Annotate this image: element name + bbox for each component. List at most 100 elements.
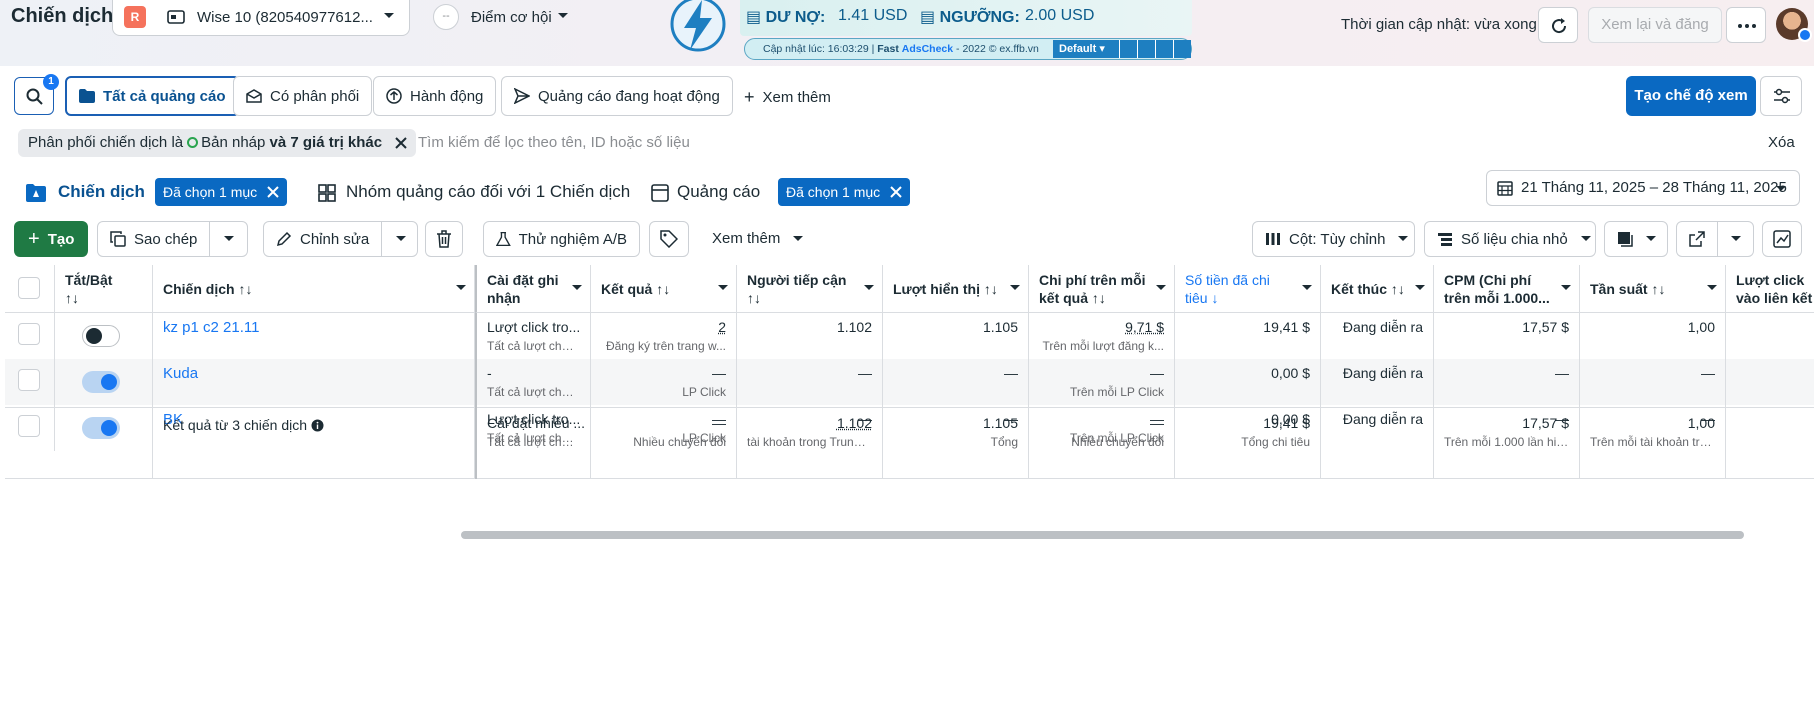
plus-icon: + [744, 87, 755, 108]
col-link-clicks-header[interactable]: Lượt click vào liên kết ↑↓ [1726, 265, 1814, 313]
tab-actions[interactable]: Hành động [373, 76, 496, 116]
toolbar-more-button[interactable]: Xem thêm [712, 230, 804, 247]
cell-ends: Đang diễn ra [1321, 359, 1434, 405]
more-options-button[interactable] [1726, 7, 1766, 43]
summary-cpm: 17,57 $ Trên mỗi 1.000 lần hiể... [1434, 407, 1580, 479]
refresh-button[interactable] [1538, 7, 1578, 43]
col-ends-header[interactable]: Kết thúc ↑↓ [1321, 265, 1434, 313]
cell-impressions: — [883, 359, 1029, 405]
filter-search-input[interactable]: Tìm kiếm để lọc theo tên, ID hoặc số liệ… [418, 134, 690, 151]
cell-cost-per-result: 9,71 $ Trên mỗi lượt đăng k... [1029, 313, 1175, 359]
top-header: Chiến dịch R Wise 10 (820540977612... --… [0, 0, 1814, 66]
cell-frequency: — [1580, 359, 1726, 405]
tag-button[interactable] [649, 221, 689, 257]
col-attribution-header[interactable]: Cài đặt ghi nhận [475, 265, 591, 313]
refresh-icon[interactable] [1155, 40, 1173, 58]
tab-adsets-label: Nhóm quảng cáo đối với 1 Chiến dịch [346, 182, 630, 202]
row-checkbox[interactable] [18, 323, 40, 345]
date-range-text: 21 Tháng 11, 2025 – 28 Tháng 11, 2025 [1521, 171, 1787, 205]
row-checkbox[interactable] [18, 369, 40, 391]
clear-filters-button[interactable]: Xóa [1768, 134, 1795, 151]
tag-icon [660, 230, 678, 248]
chevron-down-icon [1730, 235, 1742, 243]
tab-ads[interactable]: Quảng cáo Đã chọn 1 mục [639, 171, 921, 213]
opportunity-label: Điểm cơ hội [471, 9, 552, 26]
columns-button[interactable]: Cột: Tùy chỉnh [1252, 221, 1415, 257]
tab-adsets[interactable]: Nhóm quảng cáo đối với 1 Chiến dịch [306, 171, 630, 213]
cell-amount-spent: 0,00 $ [1175, 359, 1321, 405]
campaign-name-link[interactable]: kz p1 c2 21.11 [163, 319, 259, 336]
create-view-button[interactable]: Tạo chế độ xem [1626, 76, 1756, 116]
update-time: Thời gian cập nhật: vừa xong [1341, 16, 1537, 33]
campaign-name-link[interactable]: Kuda [163, 365, 198, 382]
campaign-toggle[interactable] [82, 371, 120, 393]
breakdown-button[interactable]: Số liệu chia nhỏ [1424, 221, 1596, 257]
chevron-down-icon [557, 12, 569, 20]
info-icon [311, 419, 324, 432]
cell-frequency: 1,00 [1580, 313, 1726, 359]
extension-profile-select[interactable]: Default ▾ [1053, 40, 1119, 58]
col-reach-header[interactable]: Người tiếp cận ↑↓ [737, 265, 883, 313]
col-impressions-header[interactable]: Lượt hiển thị ↑↓ [883, 265, 1029, 313]
page-title: Chiến dịch [11, 5, 113, 28]
create-button[interactable]: + Tạo [14, 221, 88, 257]
filter-chip[interactable]: Phân phối chiến dịch là Bản nháp và 7 giá… [18, 129, 416, 157]
campaign-toggle[interactable] [82, 325, 120, 347]
col-amount-spent-header[interactable]: Số tiền đã chi tiêu ↓ [1175, 265, 1321, 313]
chevron-down-icon [383, 12, 395, 20]
send-icon [514, 88, 530, 104]
extension-status-bar: Cập nhật lúc: 16:03:29 | Fast AdsCheck -… [744, 38, 1192, 60]
campaign-folder-icon [26, 184, 46, 202]
col-toggle-header[interactable]: Tắt/Bật ↑↓ [55, 265, 153, 313]
close-icon[interactable] [394, 136, 408, 150]
more-tabs-link[interactable]: + Xem thêm [744, 87, 831, 108]
col-cost-per-result-header[interactable]: Chi phí trên mỗi kết quả ↑↓ [1029, 265, 1175, 313]
delete-button[interactable] [425, 221, 463, 257]
campaigns-selection-pill[interactable]: Đã chọn 1 mục [155, 178, 287, 206]
cell-attribution: Lượt click tro...Tất cả lượt chuyể... [475, 313, 591, 359]
cell-attribution: -Tất cả lượt chuyể... [475, 359, 591, 405]
review-publish-button[interactable]: Xem lại và đăng [1588, 7, 1722, 43]
chevron-down-icon [1397, 235, 1409, 243]
tab-all-ads[interactable]: Tất cả quảng cáo [65, 76, 240, 116]
charts-button[interactable] [1762, 221, 1802, 257]
ads-selection-pill[interactable]: Đã chọn 1 mục [778, 178, 910, 206]
reports-button[interactable] [1604, 221, 1668, 257]
draft-status-icon [187, 137, 198, 148]
edit-button[interactable]: Chỉnh sửa [263, 221, 418, 257]
ad-account-selector[interactable]: R Wise 10 (820540977612... [112, 0, 410, 36]
sliders-icon [1773, 88, 1791, 104]
duplicate-button[interactable]: Sao chép [97, 221, 248, 257]
export-button[interactable] [1676, 221, 1754, 257]
minimize-icon[interactable] [1173, 40, 1191, 58]
columns-icon [1265, 232, 1281, 246]
adscheck-extension-panel: ▤ DƯ NỢ: 1.41 USD ▤ NGƯỠNG: 2.00 USD Cập… [740, 0, 1192, 61]
cell-results: 2 Đăng ký trên trang w... [591, 313, 737, 359]
account-name: Wise 10 (820540977612... [197, 9, 373, 26]
table-toolbar: + Tạo Sao chép Chỉnh sửa Thử nghiệm A/B … [0, 213, 1814, 265]
view-settings-button[interactable] [1760, 76, 1802, 116]
calendar-icon [1497, 180, 1513, 196]
col-results-header[interactable]: Kết quả ↑↓ [591, 265, 737, 313]
copy-icon [110, 231, 126, 247]
tab-delivering[interactable]: Có phân phối [233, 76, 372, 116]
facebook-badge-icon [1798, 28, 1812, 42]
summary-reach: 1.102 tài khoản trong Trung ... [737, 407, 883, 479]
tab-campaigns[interactable]: Chiến dịch Đã chọn 1 mục [14, 171, 297, 213]
ab-test-button[interactable]: Thử nghiệm A/B [483, 221, 640, 257]
col-cpm-header[interactable]: CPM (Chi phí trên mỗi 1.000... [1434, 265, 1580, 313]
tab-active-ads[interactable]: Quảng cáo đang hoạt động [501, 76, 733, 116]
select-all-checkbox[interactable] [18, 277, 40, 299]
debt-label: ▤ DƯ NỢ: [746, 7, 825, 27]
arrow-up-circle-icon [386, 88, 402, 104]
extension-updated-text: Cập nhật lúc: 16:03:29 | Fast AdsCheck -… [763, 43, 1039, 55]
col-frequency-header[interactable]: Tần suất ↑↓ [1580, 265, 1726, 313]
edit-icon[interactable] [1137, 40, 1155, 58]
horizontal-scrollbar[interactable] [461, 531, 1744, 539]
date-range-picker[interactable]: 21 Tháng 11, 2025 – 28 Tháng 11, 2025 [1486, 170, 1800, 206]
shuffle-icon[interactable] [1119, 40, 1137, 58]
col-name-header[interactable]: Chiến dịch ↑↓ [153, 265, 475, 313]
export-icon [1689, 231, 1705, 247]
inbox-icon [246, 89, 262, 103]
ellipsis-icon [1738, 24, 1756, 28]
